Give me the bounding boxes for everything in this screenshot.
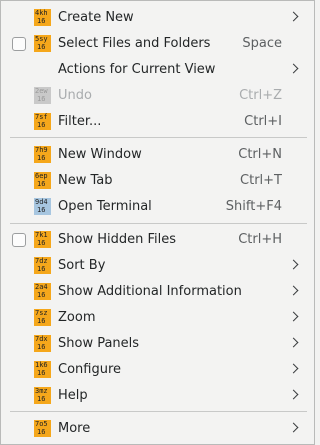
- select-files-checkbox[interactable]: [12, 37, 26, 51]
- shortcut-label: Ctrl+I: [244, 114, 282, 129]
- show-hidden-files-icon: 7k1 16: [34, 231, 51, 248]
- menu-item-label: Configure: [58, 362, 122, 377]
- menu-item-label: Show Hidden Files: [58, 232, 176, 247]
- chevron-right-icon: [288, 63, 299, 74]
- menu-item-new-tab[interactable]: 6ep 16 New Tab Ctrl+T: [1, 168, 314, 194]
- menu-item-label: Select Files and Folders: [58, 36, 211, 51]
- menu-item-label: Filter...: [58, 114, 102, 129]
- menu-item-select-files-and-folders[interactable]: 5sy 16 Select Files and Folders Space: [1, 31, 314, 57]
- chevron-right-icon: [288, 311, 299, 322]
- terminal-icon: 9d4 16: [34, 198, 51, 215]
- menu-item-zoom[interactable]: 7sz 16 Zoom: [1, 305, 314, 331]
- menu-item-label: Show Additional Information: [58, 284, 242, 299]
- menu-item-label: New Window: [58, 147, 142, 162]
- menu-item-create-new[interactable]: 4kh 16 Create New: [1, 5, 314, 31]
- shortcut-label: Space: [242, 36, 282, 51]
- additional-information-icon: 2a4 16: [34, 283, 51, 300]
- menu-separator: [10, 223, 307, 224]
- menu-item-label: Actions for Current View: [58, 62, 216, 77]
- menu-separator: [10, 411, 307, 412]
- menu-separator: [10, 137, 307, 138]
- context-menu: 4kh 16 Create New 5sy 16 Select Files and …: [0, 0, 315, 445]
- show-hidden-files-checkbox[interactable]: [12, 233, 26, 247]
- menu-item-filter[interactable]: 7sf 16 Filter... Ctrl+I: [1, 109, 314, 135]
- shortcut-label: Ctrl+H: [238, 232, 282, 247]
- select-files-icon: 5sy 16: [34, 35, 51, 52]
- menu-item-label: Sort By: [58, 258, 106, 273]
- menu-item-label: Create New: [58, 10, 134, 25]
- menu-item-help[interactable]: 3mz 16 Help: [1, 383, 314, 409]
- new-window-icon: 7h9 16: [34, 146, 51, 163]
- chevron-right-icon: [288, 285, 299, 296]
- shortcut-label: Shift+F4: [225, 199, 282, 214]
- configure-icon: 1k6 16: [34, 361, 51, 378]
- chevron-right-icon: [288, 389, 299, 400]
- menu-item-actions-for-current-view[interactable]: Actions for Current View: [1, 57, 314, 83]
- menu-item-label: Undo: [58, 88, 92, 103]
- chevron-right-icon: [288, 337, 299, 348]
- more-icon: 7o5 16: [34, 420, 51, 437]
- menu-item-more[interactable]: 7o5 16 More: [1, 416, 314, 442]
- menu-item-undo: 2ew 16 Undo Ctrl+Z: [1, 83, 314, 109]
- menu-item-label: More: [58, 421, 91, 436]
- shortcut-label: Ctrl+Z: [239, 88, 282, 103]
- chevron-right-icon: [288, 422, 299, 433]
- menu-item-label: Help: [58, 388, 88, 403]
- new-tab-icon: 6ep 16: [34, 172, 51, 189]
- menu-item-label: New Tab: [58, 173, 113, 188]
- shortcut-label: Ctrl+T: [240, 173, 282, 188]
- menu-item-label: Open Terminal: [58, 199, 152, 214]
- menu-item-new-window[interactable]: 7h9 16 New Window Ctrl+N: [1, 142, 314, 168]
- chevron-right-icon: [288, 11, 299, 22]
- menu-item-open-terminal[interactable]: 9d4 16 Open Terminal Shift+F4: [1, 194, 314, 220]
- show-panels-icon: 7dx 16: [34, 335, 51, 352]
- chevron-right-icon: [288, 259, 299, 270]
- menu-item-show-hidden-files[interactable]: 7k1 16 Show Hidden Files Ctrl+H: [1, 227, 314, 253]
- chevron-right-icon: [288, 363, 299, 374]
- filter-icon: 7sf 16: [34, 113, 51, 130]
- shortcut-label: Ctrl+N: [238, 147, 282, 162]
- create-new-icon: 4kh 16: [34, 9, 51, 26]
- menu-item-show-additional-information[interactable]: 2a4 16 Show Additional Information: [1, 279, 314, 305]
- menu-item-show-panels[interactable]: 7dx 16 Show Panels: [1, 331, 314, 357]
- menu-item-configure[interactable]: 1k6 16 Configure: [1, 357, 314, 383]
- undo-icon: 2ew 16: [34, 87, 51, 104]
- menu-item-sort-by[interactable]: 7dz 16 Sort By: [1, 253, 314, 279]
- menu-item-label: Zoom: [58, 310, 96, 325]
- help-icon: 3mz 16: [34, 387, 51, 404]
- menu-item-label: Show Panels: [58, 336, 140, 351]
- sort-by-icon: 7dz 16: [34, 257, 51, 274]
- zoom-icon: 7sz 16: [34, 309, 51, 326]
